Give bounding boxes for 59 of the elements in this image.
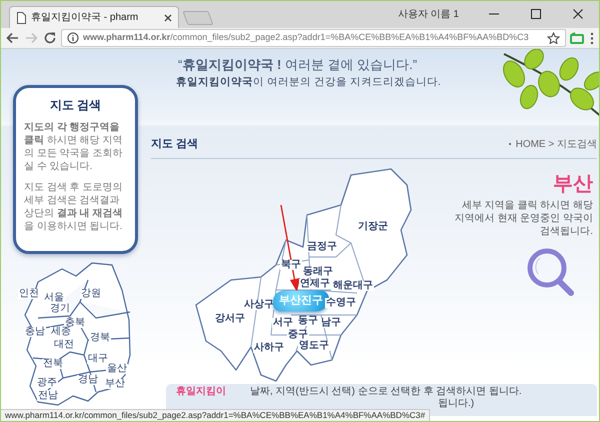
back-icon[interactable] (5, 31, 20, 45)
map-region-label[interactable]: 대구 (87, 354, 109, 364)
search-icon[interactable] (525, 246, 577, 298)
subtitle-text: 휴일지킴이약국이 여러분의 건강을 지켜드리겠습니다. (176, 74, 441, 90)
district-label[interactable]: 기장군 (357, 222, 389, 232)
user-name: 사용자 이름 1 (398, 8, 459, 22)
region-description: 세부 지역을 클릭 하시면 해당지역에서 현재 운영중인 약국이 검색됩니다. (454, 198, 593, 238)
map-region-label[interactable]: 강원 (80, 289, 102, 299)
map-region-label[interactable]: 광주 (36, 378, 58, 388)
district-label[interactable]: 금정구 (306, 242, 338, 252)
district-label[interactable]: 사하구 (253, 342, 285, 352)
browser-tab[interactable]: 휴일지킴이약국 - pharm (9, 6, 179, 28)
map-region-label[interactable]: 경남 (77, 375, 99, 385)
map-region-label[interactable]: 경기 (49, 304, 71, 314)
status-bar-url: www.pharm114.or.kr/common_files/sub2_page2.asp?addr1=%BA%CE%BB%EA%B1%A4%BF%AA%BD%C3# (1, 409, 430, 421)
notice-title: 휴일지킴이 (176, 386, 226, 398)
district-label[interactable]: 사상구 (243, 300, 275, 310)
map-region-label[interactable]: 울산 (106, 364, 128, 374)
maximize-icon[interactable] (531, 9, 541, 19)
district-label[interactable]: 강서구 (214, 314, 246, 324)
star-icon[interactable] (547, 32, 560, 44)
url-text: www.pharm114.or.kr/common_files/sub2_page2.asp?addr1=%BA%CE%BB%EA%B1%A4%BF%AA%BD%C3 (83, 31, 530, 44)
map-region-label[interactable]: 충북 (64, 318, 86, 328)
region-name: 부산 (552, 172, 593, 194)
map-region-label[interactable]: 부산 (104, 379, 126, 389)
map-region-label[interactable]: 충남 (24, 327, 46, 337)
district-label[interactable]: 영도구 (298, 340, 330, 350)
district-label[interactable]: 북구 (280, 260, 302, 270)
close-icon[interactable] (573, 9, 583, 19)
district-label[interactable]: 남구 (320, 318, 342, 328)
map-region-label[interactable]: 세종 (50, 327, 72, 337)
close-icon[interactable] (164, 14, 172, 22)
map-region-label[interactable]: 경북 (89, 333, 111, 343)
slogan-text: “휴일지킴이약국 ! 여러분 곁에 있습니다.” (178, 56, 418, 74)
map-region-label[interactable]: 서울 (43, 293, 65, 303)
district-label[interactable]: 서구 (272, 318, 294, 328)
reload-icon[interactable] (43, 31, 57, 45)
map-region-label[interactable]: 전북 (42, 359, 64, 369)
menu-icon[interactable] (589, 32, 595, 44)
district-label[interactable]: 동래구 (302, 266, 334, 276)
map-region-label[interactable]: 전남 (37, 391, 59, 401)
notice-text: 됩니다.) (438, 398, 476, 410)
tab-title: 휴일지킴이약국 - pharm (31, 11, 140, 25)
info-icon[interactable] (67, 32, 79, 44)
address-bar[interactable]: www.pharm114.or.kr/common_files/sub2_page2.asp?addr1=%BA%CE%BB%EA%B1%A4%BF%AA%BD%C3 (61, 29, 566, 47)
map-region-label[interactable]: 인천 (18, 289, 40, 299)
district-label[interactable]: 동구 (297, 316, 319, 326)
page-icon (16, 12, 27, 24)
section-title: 지도 검색 (151, 137, 198, 152)
district-label[interactable]: 연제구 (299, 278, 331, 288)
map-region-label[interactable]: 대전 (53, 340, 75, 350)
sidebar-paragraph: 지도 검색 후 도로명의 세부 검색은 검색결과 상단의 결과 내 재검색을 이용하시면 됩니다. (24, 181, 124, 233)
district-label[interactable]: 중구 (287, 330, 309, 340)
district-label[interactable]: 해운대구 (332, 280, 374, 290)
sidebar-paragraph: 지도의 각 행정구역을 클릭 하시면 해당 지역의 모든 약국을 조회하실 수 있습니다. (24, 121, 124, 173)
breadcrumb-text: HOME > 지도검색 (508, 136, 597, 152)
sidebar-title: 지도 검색 (48, 97, 102, 114)
district-label[interactable]: 수영구 (325, 298, 357, 308)
notice-text: 날짜, 지역(반드시 선택) 순으로 선택한 후 검색하시면 됩니다. (250, 386, 522, 398)
